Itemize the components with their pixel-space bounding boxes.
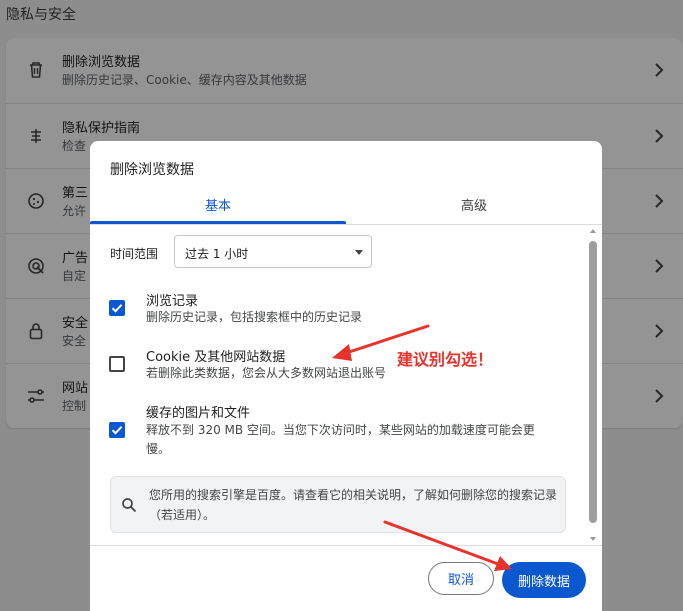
time-range-select[interactable]: 过去 1 小时 [174,235,372,268]
footer-divider [90,545,602,546]
scrollbar-thumb[interactable] [589,241,597,523]
browsing-history-desc: 删除历史记录，包括搜索框中的历史记录 [146,310,363,324]
cached-files-title: 缓存的图片和文件 [146,406,251,421]
search-engine-info-box: 您所用的搜索引擎是百度。请查看它的相关说明，了解如何删除您的搜索记录（若适用）。 [110,476,566,533]
tab-advanced[interactable]: 高级 [346,195,602,223]
search-icon [121,497,137,517]
dropdown-arrow-icon [355,250,363,255]
browsing-history-title: 浏览记录 [146,294,199,309]
clear-browsing-data-dialog: 删除浏览数据 基本 高级 时间范围 过去 1 小时 浏览记录 删除历史记录，包括… [90,141,602,611]
dialog-scrollbar[interactable] [589,229,598,545]
checkmark-icon [111,304,123,313]
checkmark-icon [111,426,123,435]
tabs-divider [90,224,602,225]
scroll-down-arrow-icon[interactable] [590,537,596,541]
time-range-label: 时间范围 [110,247,159,261]
cookies-checkbox[interactable] [109,356,125,372]
dialog-title: 删除浏览数据 [110,162,194,178]
delete-data-button[interactable]: 删除数据 [502,562,586,598]
cancel-button[interactable]: 取消 [428,562,494,595]
cookies-desc: 若删除此类数据，您会从大多数网站退出账号 [146,366,387,380]
search-engine-info-text: 您所用的搜索引擎是百度。请查看它的相关说明，了解如何删除您的搜索记录（若适用）。 [149,488,558,522]
cookies-title: Cookie 及其他网站数据 [146,350,286,365]
tab-basic[interactable]: 基本 [90,195,346,223]
time-range-value: 过去 1 小时 [185,247,249,261]
annotation-warning-text: 建议别勾选！ [397,350,494,369]
browsing-history-checkbox[interactable] [109,300,125,316]
cached-files-checkbox[interactable] [109,422,125,438]
scroll-up-arrow-icon[interactable] [590,229,596,233]
cached-files-desc: 释放不到 320 MB 空间。当您下次访问时，某些网站的加载速度可能会更慢。 [146,423,535,456]
